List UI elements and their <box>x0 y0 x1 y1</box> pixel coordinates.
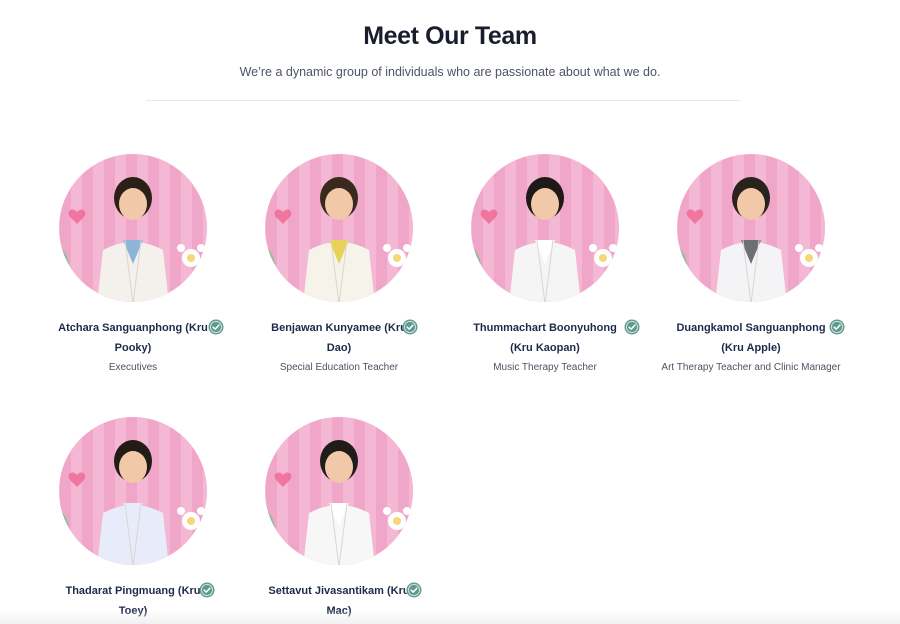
team-member-card[interactable]: Duangkamol Sanguanphong (Kru Apple) Art … <box>648 154 854 373</box>
member-photo[interactable] <box>471 154 619 302</box>
section-subtitle: We’re a dynamic group of individuals who… <box>239 65 661 79</box>
member-photo[interactable] <box>59 154 207 302</box>
member-role: Special Education Teacher <box>279 362 399 373</box>
member-name[interactable]: Atchara Sanguanphong (Kru Pooky) <box>58 322 208 354</box>
member-photo[interactable] <box>265 154 413 302</box>
verified-icon <box>199 582 215 598</box>
member-name[interactable]: Benjawan Kunyamee (Kru Dao) <box>271 322 407 354</box>
member-name[interactable]: Thummachart Boonyuhong (Kru Kaopan) <box>473 322 617 354</box>
verified-icon <box>402 319 418 335</box>
member-role: Executives <box>108 362 158 373</box>
team-member-card[interactable]: Thadarat Pingmuang (Kru Toey) Occupation… <box>30 417 236 624</box>
section-title: Meet Our Team <box>363 22 537 50</box>
team-member-card[interactable]: Settavut Jivasantikam (Kru Mac) Music Th… <box>236 417 442 624</box>
team-member-card[interactable]: Benjawan Kunyamee (Kru Dao) Special Educ… <box>236 154 442 373</box>
section-header: Meet Our Team We’re a dynamic group of i… <box>0 22 900 79</box>
team-section: Meet Our Team We’re a dynamic group of i… <box>0 0 900 624</box>
member-photo[interactable] <box>677 154 825 302</box>
header-divider <box>146 100 740 101</box>
page-bottom-edge <box>0 610 900 624</box>
member-photo[interactable] <box>59 417 207 565</box>
verified-icon <box>208 319 224 335</box>
member-role: Music Therapy Teacher <box>493 362 597 373</box>
member-role: Art Therapy Teacher and Clinic Manager <box>661 362 841 373</box>
verified-icon <box>406 582 422 598</box>
verified-icon <box>624 319 640 335</box>
member-photo[interactable] <box>265 417 413 565</box>
verified-icon <box>829 319 845 335</box>
team-member-card[interactable]: Atchara Sanguanphong (Kru Pooky) Executi… <box>30 154 236 373</box>
member-name[interactable]: Duangkamol Sanguanphong (Kru Apple) <box>676 322 825 354</box>
team-member-card[interactable]: Thummachart Boonyuhong (Kru Kaopan) Musi… <box>442 154 648 373</box>
